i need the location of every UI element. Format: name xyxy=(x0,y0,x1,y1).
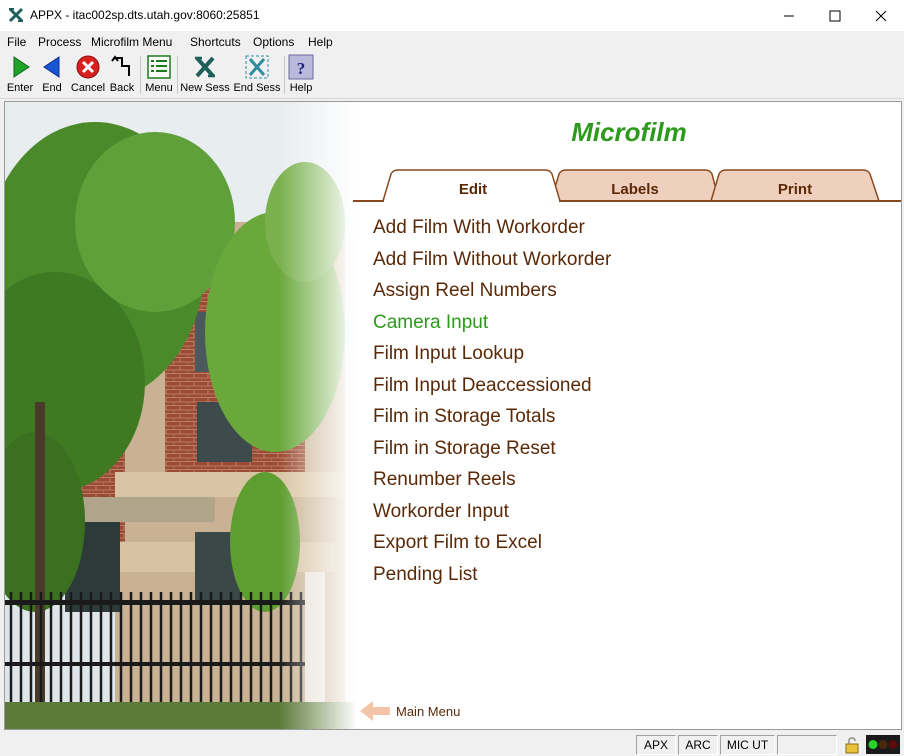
toolbar-separator xyxy=(140,56,141,94)
end-session-icon xyxy=(245,55,269,79)
enter-label: Enter xyxy=(6,82,34,94)
menu-item-export-film-to-excel[interactable]: Export Film to Excel xyxy=(373,531,611,563)
menu-bar: File Process Microfilm Menu Shortcuts Op… xyxy=(0,31,904,52)
close-icon xyxy=(875,10,887,21)
left-arrow-icon xyxy=(360,701,390,721)
blue-back-arrow-icon xyxy=(43,56,60,78)
menu-label: Menu xyxy=(145,82,173,94)
toolbar: Enter End Cancel Back Menu New Sess End … xyxy=(0,52,904,99)
menu-button[interactable]: Menu xyxy=(144,54,174,96)
minimize-button[interactable] xyxy=(766,0,812,31)
toolbar-separator xyxy=(284,56,285,94)
help-label: Help xyxy=(289,82,313,94)
close-window-button[interactable] xyxy=(858,0,904,31)
menu-file[interactable]: File xyxy=(7,35,26,49)
minimize-icon xyxy=(784,15,794,16)
status-cell-arc: ARC xyxy=(678,735,718,755)
menu-item-film-in-storage-totals[interactable]: Film in Storage Totals xyxy=(373,405,611,437)
page-title: Microfilm xyxy=(571,117,687,147)
back-label: Back xyxy=(109,82,135,94)
menu-item-workorder-input[interactable]: Workorder Input xyxy=(373,500,611,532)
help-question-icon: ? xyxy=(288,54,314,80)
connection-status-lights-icon xyxy=(866,735,900,754)
menu-item-film-input-deaccessioned[interactable]: Film Input Deaccessioned xyxy=(373,374,611,406)
status-cell-apx: APX xyxy=(636,735,676,755)
help-button[interactable]: ? Help xyxy=(287,54,315,96)
enter-button[interactable]: Enter xyxy=(5,54,35,96)
svg-text:?: ? xyxy=(297,59,306,78)
lock-icon xyxy=(845,737,859,754)
main-panel: Microfilm Edit Labels Print Add Film Wit… xyxy=(4,101,902,730)
menu-item-add-film-with-workorder[interactable]: Add Film With Workorder xyxy=(373,216,611,248)
menu-item-assign-reel-numbers[interactable]: Assign Reel Numbers xyxy=(373,279,611,311)
window-title: APPX - itac002sp.dts.utah.gov:8060:25851 xyxy=(30,8,260,22)
main-menu-label: Main Menu xyxy=(396,703,461,719)
end-session-button[interactable]: End Sess xyxy=(233,54,281,96)
menu-item-pending-list[interactable]: Pending List xyxy=(373,563,611,595)
new-session-button[interactable]: New Sess xyxy=(180,54,230,96)
status-bar: APX ARC MIC UT xyxy=(0,732,904,756)
appx-logo-icon xyxy=(8,7,24,23)
back-button[interactable]: Back xyxy=(108,54,136,96)
menu-list: Add Film With Workorder Add Film Without… xyxy=(373,216,611,594)
status-cell-mic-ut: MIC UT xyxy=(720,735,775,755)
menu-list-icon xyxy=(147,55,171,79)
maximize-button[interactable] xyxy=(812,0,858,31)
toolbar-separator xyxy=(177,56,178,94)
menu-help[interactable]: Help xyxy=(308,35,333,49)
menu-options[interactable]: Options xyxy=(253,35,294,49)
tab-bar: Edit Labels Print xyxy=(353,168,901,202)
green-play-icon xyxy=(13,56,30,78)
menu-process[interactable]: Process xyxy=(38,35,81,49)
maximize-icon xyxy=(829,10,841,21)
building-photo-image xyxy=(5,102,357,729)
back-step-icon xyxy=(111,55,130,76)
menu-item-film-input-lookup[interactable]: Film Input Lookup xyxy=(373,342,611,374)
menu-item-renumber-reels[interactable]: Renumber Reels xyxy=(373,468,611,500)
end-label: End xyxy=(42,82,62,94)
end-session-label: End Sess xyxy=(233,82,281,94)
main-menu-link[interactable]: Main Menu xyxy=(359,699,460,723)
status-cell-blank xyxy=(777,735,837,755)
menu-item-film-in-storage-reset[interactable]: Film in Storage Reset xyxy=(373,437,611,469)
tab-edit[interactable]: Edit xyxy=(393,181,553,198)
new-session-label: New Sess xyxy=(180,82,230,94)
menu-item-add-film-without-workorder[interactable]: Add Film Without Workorder xyxy=(373,248,611,280)
red-x-icon xyxy=(76,55,100,79)
title-bar: APPX - itac002sp.dts.utah.gov:8060:25851 xyxy=(0,0,904,31)
cancel-label: Cancel xyxy=(70,82,106,94)
new-session-icon xyxy=(195,56,215,78)
menu-item-camera-input[interactable]: Camera Input xyxy=(373,311,611,343)
end-button[interactable]: End xyxy=(38,54,66,96)
tab-print[interactable]: Print xyxy=(715,181,875,198)
menu-shortcuts[interactable]: Shortcuts xyxy=(190,35,241,49)
menu-microfilm-menu[interactable]: Microfilm Menu xyxy=(91,35,172,49)
cancel-button[interactable]: Cancel xyxy=(70,54,106,96)
tab-labels[interactable]: Labels xyxy=(555,181,715,198)
